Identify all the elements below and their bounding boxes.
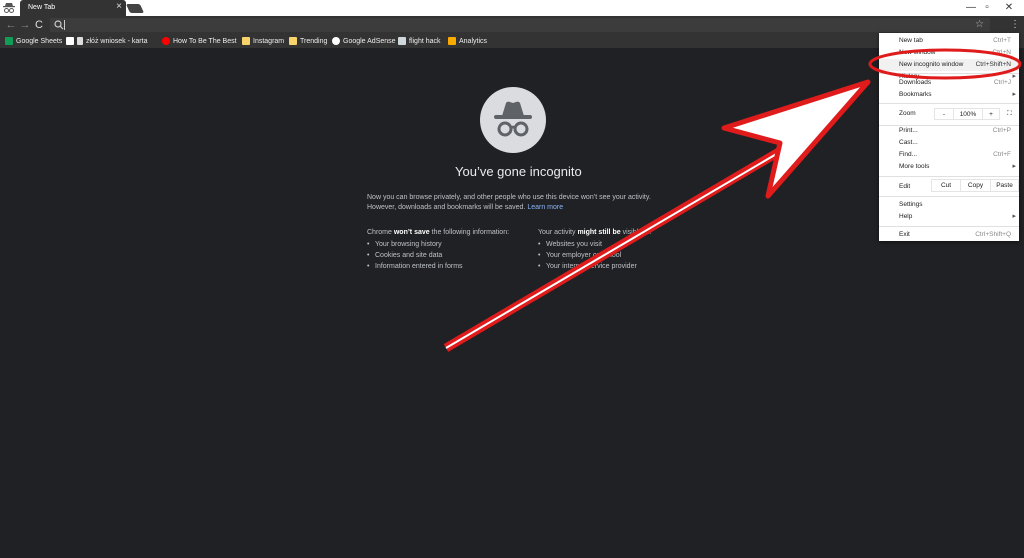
tab-new-tab[interactable]: New Tab × <box>20 0 126 16</box>
copy-button[interactable]: Copy <box>961 179 991 192</box>
bookmark-zloz-wniosek[interactable]: złóż wniosek - karta <box>66 35 147 47</box>
forward-button[interactable]: → <box>18 18 32 32</box>
menu-divider <box>879 103 1019 104</box>
incognito-spy-icon <box>494 101 532 137</box>
fullscreen-icon[interactable]: ⛶ <box>1002 108 1017 120</box>
chrome-menu: New tab Ctrl+T New window Ctrl+N New incog… <box>879 33 1019 241</box>
wont-save-heading: Chrome won’t save the following informat… <box>367 229 510 236</box>
zoom-level: 100% <box>954 108 982 120</box>
text-cursor <box>64 20 65 30</box>
menu-item-new-tab[interactable]: New tab Ctrl+T <box>879 35 1019 47</box>
analytics-icon <box>448 37 456 45</box>
list-item: Information entered in forms <box>367 261 509 272</box>
close-window-button[interactable]: ✕ <box>994 1 1024 15</box>
title-bar: New Tab × — ▫ ✕ <box>0 0 1024 16</box>
address-bar[interactable] <box>50 18 990 32</box>
bookmark-trending[interactable]: Trending <box>289 35 327 47</box>
wont-save-column: Chrome won’t save the following informat… <box>367 227 509 272</box>
menu-divider <box>879 176 1019 177</box>
google-icon <box>332 37 340 45</box>
bookmark-flight-hack[interactable]: flight hack <box>398 35 441 47</box>
menu-item-settings[interactable]: Settings <box>879 199 1019 211</box>
cut-button[interactable]: Cut <box>931 179 961 192</box>
incognito-badge-icon <box>3 3 15 13</box>
incognito-heading: You’ve gone incognito <box>455 164 582 179</box>
page-icon <box>66 37 74 45</box>
bookmark-google-sheets[interactable]: Google Sheets <box>5 35 62 47</box>
document-icon <box>77 37 83 45</box>
menu-item-downloads[interactable]: Downloads Ctrl+J <box>879 77 1019 89</box>
folder-icon <box>289 37 297 45</box>
menu-divider <box>879 226 1019 227</box>
tab-title: New Tab <box>28 4 56 11</box>
list-item: Your employer or school <box>538 250 652 261</box>
list-item: Your browsing history <box>367 239 509 250</box>
incognito-intro: Now you can browse privately, and other … <box>367 193 662 213</box>
zoom-out-button[interactable]: - <box>934 108 954 120</box>
back-button[interactable]: ← <box>4 18 18 32</box>
annotation-overlay <box>443 48 1022 352</box>
menu-item-help[interactable]: Help ▸ <box>879 211 1019 223</box>
list-item: Your internet service provider <box>538 261 652 272</box>
bookmark-instagram[interactable]: Instagram <box>242 35 284 47</box>
menu-item-new-window[interactable]: New window Ctrl+N <box>879 47 1019 59</box>
menu-item-exit[interactable]: Exit Ctrl+Shift+Q <box>879 229 1019 241</box>
menu-item-new-incognito-window[interactable]: New incognito window Ctrl+Shift+N <box>879 59 1019 71</box>
menu-item-find[interactable]: Find... Ctrl+F <box>879 149 1019 161</box>
submenu-arrow-icon: ▸ <box>1012 91 1016 98</box>
might-be-visible-column: Your activity might still be visible to:… <box>538 227 652 272</box>
learn-more-link[interactable]: Learn more <box>527 204 563 211</box>
menu-item-more-tools[interactable]: More tools ▸ <box>879 161 1019 173</box>
toolbar: ← → C ☆ ⋮ <box>0 16 1024 34</box>
reload-button[interactable]: C <box>32 18 46 32</box>
sheets-icon <box>5 37 13 45</box>
paste-button[interactable]: Paste <box>991 179 1019 192</box>
list-item: Websites you visit <box>538 239 652 250</box>
menu-divider <box>879 196 1019 197</box>
bookmarks-bar: Google Sheets złóż wniosek - karta How T… <box>0 34 1024 48</box>
incognito-hero <box>480 87 546 153</box>
tab-close-icon[interactable]: × <box>116 2 122 12</box>
menu-item-print[interactable]: Print... Ctrl+P <box>879 125 1019 137</box>
image-icon <box>398 37 406 45</box>
list-item: Cookies and site data <box>367 250 509 261</box>
youtube-icon <box>162 37 170 45</box>
submenu-arrow-icon: ▸ <box>1012 163 1016 170</box>
bookmark-google-adsense[interactable]: Google AdSense <box>332 35 396 47</box>
intro-text: Now you can browse privately, and other … <box>367 194 651 211</box>
bookmark-analytics[interactable]: Analytics <box>448 35 487 47</box>
new-tab-button[interactable] <box>125 4 145 13</box>
might-be-visible-heading: Your activity might still be visible to: <box>538 229 652 236</box>
submenu-arrow-icon: ▸ <box>1012 213 1016 220</box>
bookmark-star-icon[interactable]: ☆ <box>975 18 987 32</box>
zoom-in-button[interactable]: + <box>982 108 1000 120</box>
folder-icon <box>242 37 250 45</box>
bookmark-how-to-be-the-best[interactable]: How To Be The Best <box>162 35 237 47</box>
menu-item-bookmarks[interactable]: Bookmarks ▸ <box>879 89 1019 101</box>
menu-item-cast[interactable]: Cast... <box>879 137 1019 149</box>
chrome-menu-button[interactable]: ⋮ <box>1010 18 1020 32</box>
